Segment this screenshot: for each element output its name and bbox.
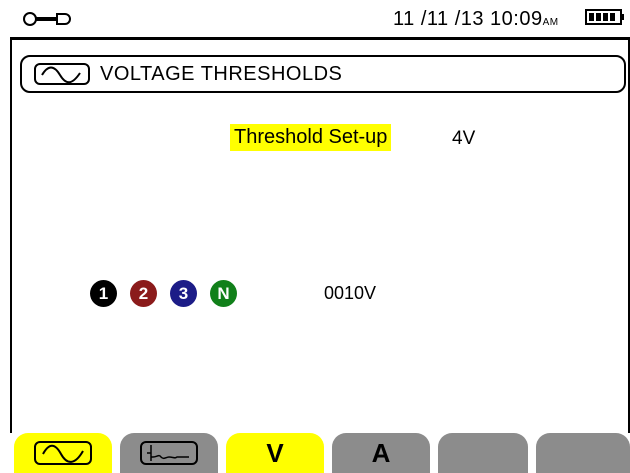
phase-3-badge: 3 [170, 280, 197, 307]
phase-2-badge: 2 [130, 280, 157, 307]
tab-waveform[interactable] [14, 433, 112, 473]
waveform-icon [34, 63, 90, 85]
ampm-text: AM [542, 17, 559, 28]
tab-voltage[interactable]: V [226, 433, 324, 473]
page-title-box: VOLTAGE THRESHOLDS [20, 55, 626, 93]
tab-current-label: A [371, 437, 391, 468]
threshold-setup-value: 4V [452, 128, 476, 149]
status-bar: 11 /11 /13 10:09AM [10, 0, 630, 40]
tab-transient[interactable] [120, 433, 218, 473]
tab-voltage-label: V [266, 437, 284, 468]
waveform-icon [34, 441, 92, 465]
phase-1-badge: 1 [90, 280, 117, 307]
wrench-icon [23, 12, 71, 26]
tab-empty-5[interactable] [438, 433, 528, 473]
transient-icon [140, 441, 198, 465]
page-title: VOLTAGE THRESHOLDS [100, 63, 343, 85]
function-tabs: V A [0, 433, 630, 473]
tab-current[interactable]: A [332, 433, 430, 473]
tab-empty-6[interactable] [536, 433, 630, 473]
phase-n-badge: N [210, 280, 237, 307]
screen: 11 /11 /13 10:09AM VOLTAGE THRESHOLDS Th… [0, 0, 630, 473]
threshold-setup-label[interactable]: Threshold Set-up [230, 124, 392, 151]
phase-threshold-value[interactable]: 0010V [324, 283, 376, 304]
status-datetime: 11 /11 /13 10:09AM [393, 8, 559, 31]
battery-full-icon [585, 9, 624, 25]
datetime-text: 11 /11 /13 10:09 [393, 8, 543, 30]
